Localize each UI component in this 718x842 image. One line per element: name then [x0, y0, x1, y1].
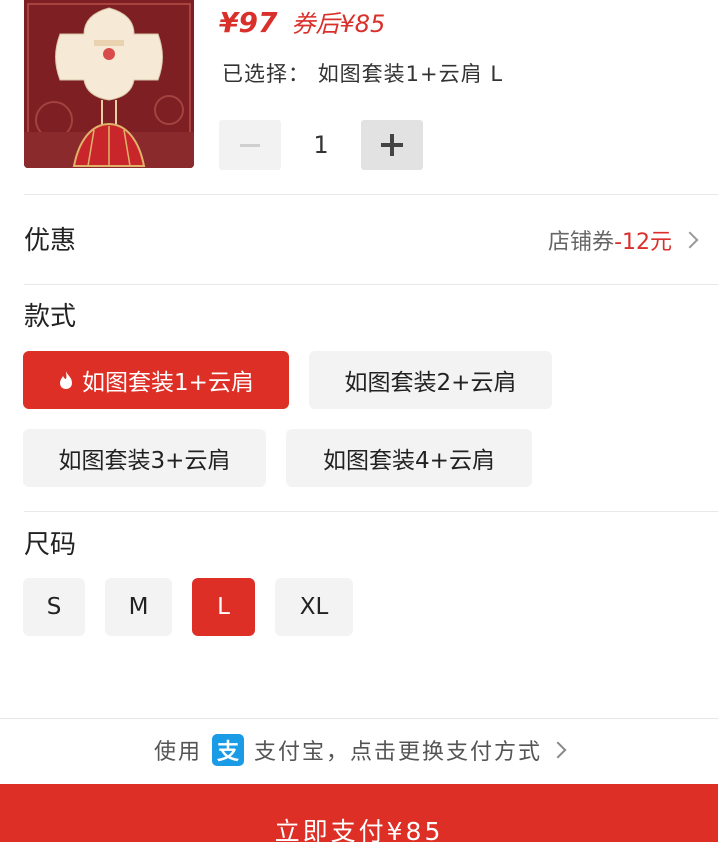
- size-label: 尺码: [24, 530, 77, 560]
- style-option-label: 如图套装4+云肩: [323, 448, 495, 474]
- pay-button-label: 立即支付¥85: [274, 817, 444, 842]
- size-option-s[interactable]: S: [23, 578, 85, 636]
- decrease-button[interactable]: [219, 120, 281, 170]
- size-option-m[interactable]: M: [105, 578, 172, 636]
- alipay-icon: 支: [212, 734, 244, 766]
- style-option-label: 如图套装2+云肩: [344, 370, 517, 396]
- size-option-label: XL: [299, 594, 329, 620]
- size-option-xl[interactable]: XL: [275, 578, 353, 636]
- quantity-value[interactable]: 1: [281, 131, 361, 159]
- divider: [24, 194, 718, 195]
- style-option-1[interactable]: 如图套装1+云肩: [23, 351, 289, 409]
- flame-icon: [60, 371, 73, 389]
- quantity-stepper: 1: [219, 120, 423, 170]
- price-row: ¥97 券后¥85: [219, 4, 385, 44]
- divider: [24, 511, 718, 512]
- style-option-2[interactable]: 如图套装2+云肩: [309, 351, 552, 409]
- payment-method-text: 支付宝，点击更换支付方式: [254, 740, 543, 765]
- plus-icon: [381, 134, 403, 156]
- selected-value: 如图套装1+云肩 L: [317, 62, 504, 86]
- selected-summary: 已选择： 如图套装1+云肩 L: [222, 58, 503, 88]
- style-option-3[interactable]: 如图套装3+云肩: [23, 429, 266, 487]
- payment-method-row[interactable]: 使用 支 支付宝，点击更换支付方式: [0, 730, 718, 770]
- divider: [24, 284, 718, 285]
- size-option-label: L: [217, 594, 230, 620]
- promo-label: 优惠: [24, 226, 77, 256]
- price: ¥97: [219, 6, 278, 39]
- size-option-label: S: [46, 594, 62, 620]
- size-option-l[interactable]: L: [192, 578, 255, 636]
- chevron-right-icon: [681, 231, 699, 249]
- coupon-text: 店铺券: [548, 230, 615, 255]
- size-option-label: M: [128, 594, 149, 620]
- selected-label: 已选择：: [222, 62, 310, 86]
- style-label: 款式: [24, 302, 77, 332]
- promo-coupon[interactable]: 店铺券 -12元: [548, 222, 699, 258]
- style-option-label: 如图套装1+云肩: [82, 370, 254, 396]
- coupon-price: 券后¥85: [291, 10, 386, 38]
- coupon-amount: -12元: [614, 230, 672, 255]
- product-thumbnail[interactable]: [24, 0, 194, 168]
- style-option-label: 如图套装3+云肩: [58, 448, 231, 474]
- pay-now-button[interactable]: 立即支付¥85: [0, 784, 718, 842]
- minus-icon: [240, 143, 260, 147]
- style-option-4[interactable]: 如图套装4+云肩: [286, 429, 532, 487]
- chevron-right-icon: [549, 741, 567, 759]
- increase-button[interactable]: [361, 120, 423, 170]
- divider: [0, 718, 718, 719]
- payment-prefix: 使用: [153, 740, 202, 765]
